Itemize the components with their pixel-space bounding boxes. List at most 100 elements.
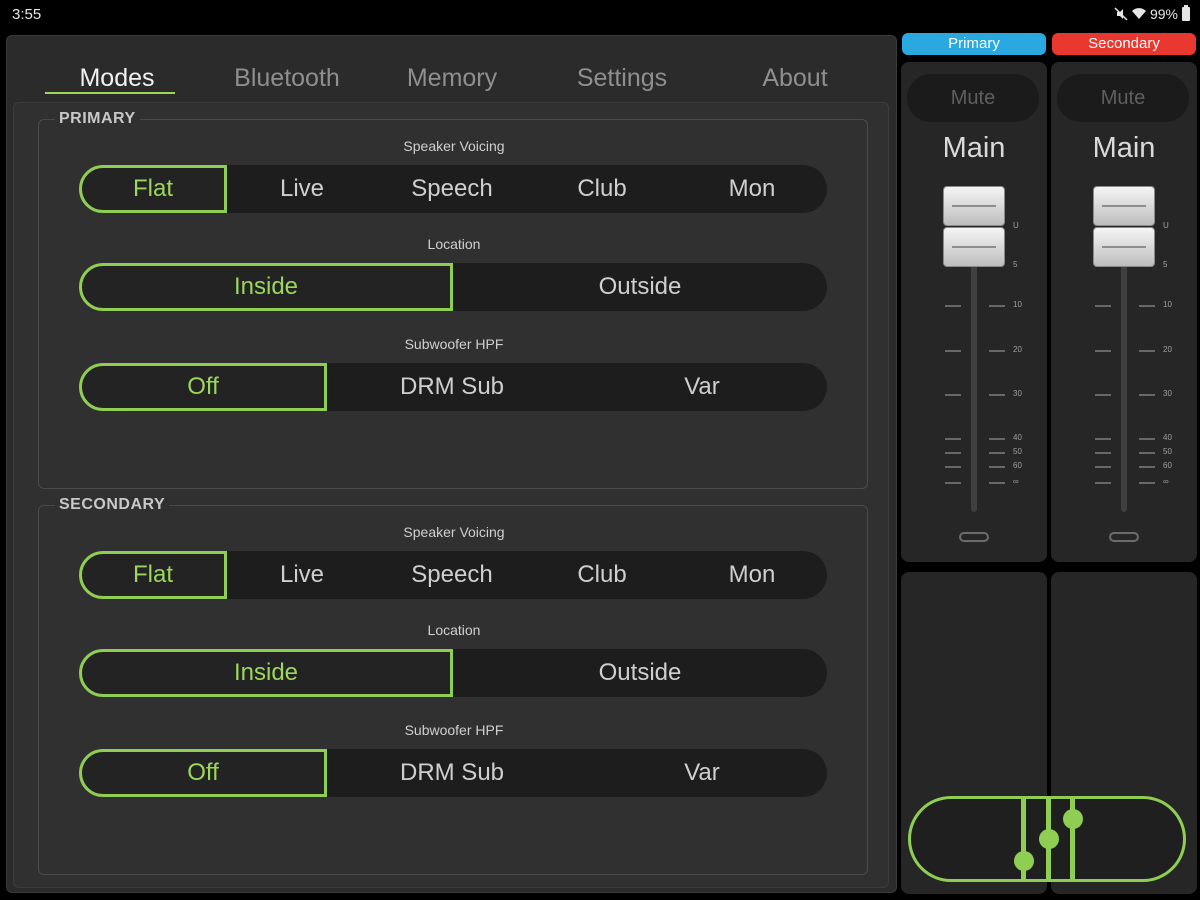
status-bar: 3:55 99% bbox=[0, 0, 1200, 30]
scale-label: 10 bbox=[1013, 300, 1022, 309]
location-label: Location bbox=[427, 236, 481, 252]
scale-tick bbox=[1139, 466, 1155, 468]
scale-label: 30 bbox=[1013, 389, 1022, 398]
voicing-live[interactable]: Live bbox=[227, 551, 377, 599]
primary-mute-button[interactable]: Mute bbox=[907, 74, 1039, 122]
wifi-icon bbox=[1131, 7, 1146, 21]
scale-tick bbox=[1095, 438, 1111, 440]
tab-bar: Modes Bluetooth Memory Settings About bbox=[7, 64, 898, 104]
subwoofer-hpf-label: Subwoofer HPF bbox=[404, 722, 504, 738]
scale-label: 60 bbox=[1163, 461, 1172, 470]
speaker-voicing-label: Speaker Voicing bbox=[403, 524, 505, 540]
fader-cap[interactable] bbox=[1093, 227, 1155, 267]
scale-label: 50 bbox=[1163, 447, 1172, 456]
primary-fader-strip: Mute Main U 5 10 20 30 40 50 60 ∞ bbox=[901, 62, 1047, 562]
location-inside[interactable]: Inside bbox=[79, 263, 453, 311]
scale-tick bbox=[1139, 305, 1155, 307]
hpf-var[interactable]: Var bbox=[577, 363, 827, 411]
scale-tick bbox=[1139, 438, 1155, 440]
scale-tick bbox=[1139, 482, 1155, 484]
fader-track bbox=[971, 242, 977, 512]
scale-tick bbox=[945, 394, 961, 396]
scale-tick bbox=[989, 482, 1005, 484]
scale-label: 20 bbox=[1163, 345, 1172, 354]
voicing-mon[interactable]: Mon bbox=[677, 165, 827, 213]
voicing-speech[interactable]: Speech bbox=[377, 165, 527, 213]
subwoofer-hpf-selector: Off DRM Sub Var bbox=[79, 363, 827, 411]
scale-label: 5 bbox=[1163, 260, 1168, 269]
tab-about[interactable]: About bbox=[725, 64, 865, 93]
tab-bluetooth[interactable]: Bluetooth bbox=[212, 64, 362, 93]
status-icons: 99% bbox=[1114, 5, 1190, 22]
scale-tick bbox=[989, 452, 1005, 454]
fader-track bbox=[1121, 242, 1127, 512]
hpf-off[interactable]: Off bbox=[79, 363, 327, 411]
scale-label: ∞ bbox=[1013, 477, 1019, 486]
voicing-mon[interactable]: Mon bbox=[677, 551, 827, 599]
scale-tick bbox=[989, 350, 1005, 352]
hpf-drm-sub[interactable]: DRM Sub bbox=[327, 363, 577, 411]
scale-tick bbox=[945, 438, 961, 440]
scale-tick bbox=[989, 305, 1005, 307]
modes-content: PRIMARY Speaker Voicing Flat Live Speech… bbox=[13, 102, 889, 888]
scale-label: 5 bbox=[1013, 260, 1018, 269]
speaker-voicing-label: Speaker Voicing bbox=[403, 138, 505, 154]
primary-main-label: Main bbox=[942, 132, 1006, 164]
voicing-club[interactable]: Club bbox=[527, 165, 677, 213]
voicing-club[interactable]: Club bbox=[527, 551, 677, 599]
voicing-live[interactable]: Live bbox=[227, 165, 377, 213]
voicing-speech[interactable]: Speech bbox=[377, 551, 527, 599]
tab-settings[interactable]: Settings bbox=[552, 64, 692, 93]
section-title: PRIMARY bbox=[55, 110, 140, 128]
mixer-toggle-button[interactable] bbox=[908, 796, 1186, 882]
fader-pill[interactable] bbox=[959, 532, 989, 542]
section-title: SECONDARY bbox=[55, 496, 170, 514]
location-outside[interactable]: Outside bbox=[453, 263, 827, 311]
fader-cap[interactable] bbox=[1093, 186, 1155, 226]
voicing-flat[interactable]: Flat bbox=[79, 165, 227, 213]
scale-tick bbox=[945, 305, 961, 307]
hpf-var[interactable]: Var bbox=[577, 749, 827, 797]
scale-tick bbox=[945, 466, 961, 468]
fader-pill[interactable] bbox=[1109, 532, 1139, 542]
active-tab-indicator bbox=[45, 92, 175, 94]
scale-label: 30 bbox=[1163, 389, 1172, 398]
scale-tick bbox=[945, 350, 961, 352]
scale-label: 20 bbox=[1013, 345, 1022, 354]
hpf-drm-sub[interactable]: DRM Sub bbox=[327, 749, 577, 797]
scale-tick bbox=[1139, 452, 1155, 454]
scale-tick bbox=[989, 466, 1005, 468]
primary-channel-tag[interactable]: Primary bbox=[902, 33, 1046, 55]
location-selector: Inside Outside bbox=[79, 649, 827, 697]
scale-tick bbox=[1095, 350, 1111, 352]
secondary-channel-tag[interactable]: Secondary bbox=[1052, 33, 1196, 55]
hpf-off[interactable]: Off bbox=[79, 749, 327, 797]
fader-cap[interactable] bbox=[943, 186, 1005, 226]
location-inside[interactable]: Inside bbox=[79, 649, 453, 697]
scale-tick bbox=[1095, 466, 1111, 468]
mute-vibrate-icon bbox=[1114, 7, 1128, 21]
location-outside[interactable]: Outside bbox=[453, 649, 827, 697]
subwoofer-hpf-label: Subwoofer HPF bbox=[404, 336, 504, 352]
voicing-flat[interactable]: Flat bbox=[79, 551, 227, 599]
tab-modes[interactable]: Modes bbox=[47, 64, 187, 93]
primary-section: PRIMARY Speaker Voicing Flat Live Speech… bbox=[38, 110, 868, 489]
speaker-voicing-selector: Flat Live Speech Club Mon bbox=[79, 165, 827, 213]
secondary-main-label: Main bbox=[1092, 132, 1156, 164]
fader-cap[interactable] bbox=[943, 227, 1005, 267]
scale-label: ∞ bbox=[1163, 477, 1169, 486]
scale-tick bbox=[1095, 394, 1111, 396]
speaker-voicing-selector: Flat Live Speech Club Mon bbox=[79, 551, 827, 599]
location-label: Location bbox=[427, 622, 481, 638]
scale-tick bbox=[1139, 350, 1155, 352]
scale-tick bbox=[945, 482, 961, 484]
subwoofer-hpf-selector: Off DRM Sub Var bbox=[79, 749, 827, 797]
scale-tick bbox=[1095, 482, 1111, 484]
scale-tick bbox=[1095, 452, 1111, 454]
secondary-fader-strip: Mute Main U 5 10 20 30 40 50 60 ∞ bbox=[1051, 62, 1197, 562]
scale-tick bbox=[1139, 394, 1155, 396]
scale-tick bbox=[945, 452, 961, 454]
tab-memory[interactable]: Memory bbox=[382, 64, 522, 93]
scale-label: 60 bbox=[1013, 461, 1022, 470]
secondary-mute-button[interactable]: Mute bbox=[1057, 74, 1189, 122]
